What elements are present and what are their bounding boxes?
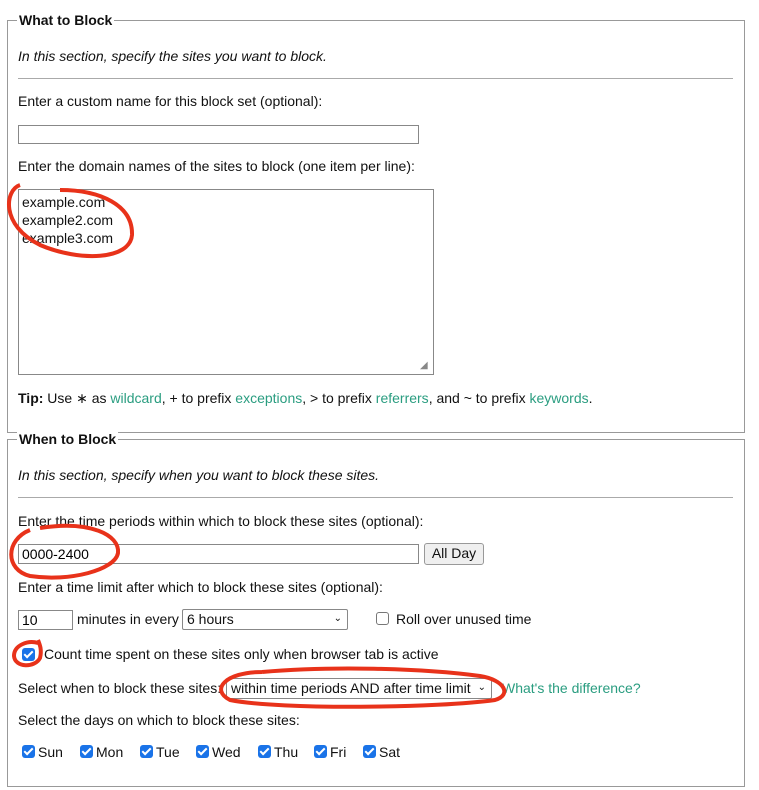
annotation-overlay xyxy=(7,183,507,709)
annotation-circle-sites xyxy=(7,183,135,259)
annotation-circle-mode xyxy=(219,666,507,709)
annotation-circle-checkbox xyxy=(11,639,43,668)
annotation-circle-periods xyxy=(9,523,121,580)
